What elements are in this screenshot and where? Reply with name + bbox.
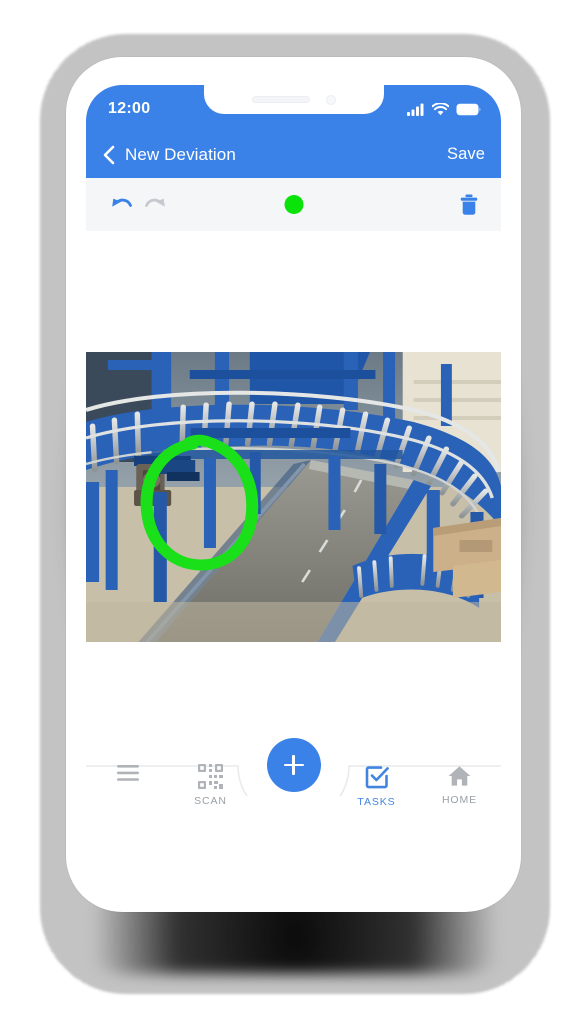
chevron-left-icon[interactable] [98, 143, 120, 167]
phone-device-frame: 12:00 New Deviation Save SCAN TASKS HOME [66, 57, 521, 912]
signal-icon [407, 103, 424, 116]
bottom-navigation: SCAN TASKS HOME [86, 732, 501, 832]
save-button[interactable]: Save [447, 145, 485, 164]
front-camera-icon [325, 94, 336, 105]
checkbox-tasks-icon [365, 766, 389, 789]
trash-icon[interactable] [459, 193, 479, 217]
redo-icon[interactable] [144, 194, 167, 215]
bottom-right-artifact [483, 1008, 587, 1024]
bottom-nav-label-tasks: TASKS [357, 796, 396, 808]
annotation-toolbar [86, 178, 501, 231]
screenshot-stage: 12:00 New Deviation Save SCAN TASKS HOME [0, 0, 587, 1024]
battery-icon [456, 103, 481, 115]
status-indicators [407, 102, 481, 116]
phone-screen: 12:00 New Deviation Save SCAN TASKS HOME [86, 85, 501, 885]
bottom-nav-label-scan: SCAN [194, 795, 227, 807]
navigation-bar: New Deviation Save [86, 131, 501, 178]
app-header: 12:00 New Deviation Save [86, 85, 501, 178]
speaker-slot-icon [251, 96, 310, 103]
home-icon [448, 766, 471, 786]
qr-scan-icon [198, 764, 223, 789]
plus-icon [283, 755, 304, 775]
annotation-canvas[interactable]: SCAN TASKS HOME [86, 231, 501, 832]
page-title: New Deviation [125, 144, 236, 164]
status-time: 12:00 [108, 100, 151, 117]
bottom-nav-item-home[interactable]: HOME [418, 764, 501, 806]
bottom-nav-label-home: HOME [441, 794, 478, 806]
conveyor-photo-illustration [86, 352, 501, 642]
add-fab-button[interactable] [266, 738, 321, 792]
undo-icon[interactable] [110, 194, 133, 215]
bottom-nav-item-menu[interactable] [86, 764, 169, 788]
bottom-nav-item-scan[interactable]: SCAN [169, 764, 252, 807]
wifi-icon [432, 102, 449, 115]
nav-left-group: New Deviation [98, 143, 236, 167]
hamburger-menu-icon [116, 765, 139, 781]
color-swatch-green[interactable] [284, 195, 303, 214]
device-notch [203, 85, 384, 114]
bottom-nav-item-tasks[interactable]: TASKS [335, 764, 418, 808]
deviation-photo[interactable] [86, 352, 501, 642]
